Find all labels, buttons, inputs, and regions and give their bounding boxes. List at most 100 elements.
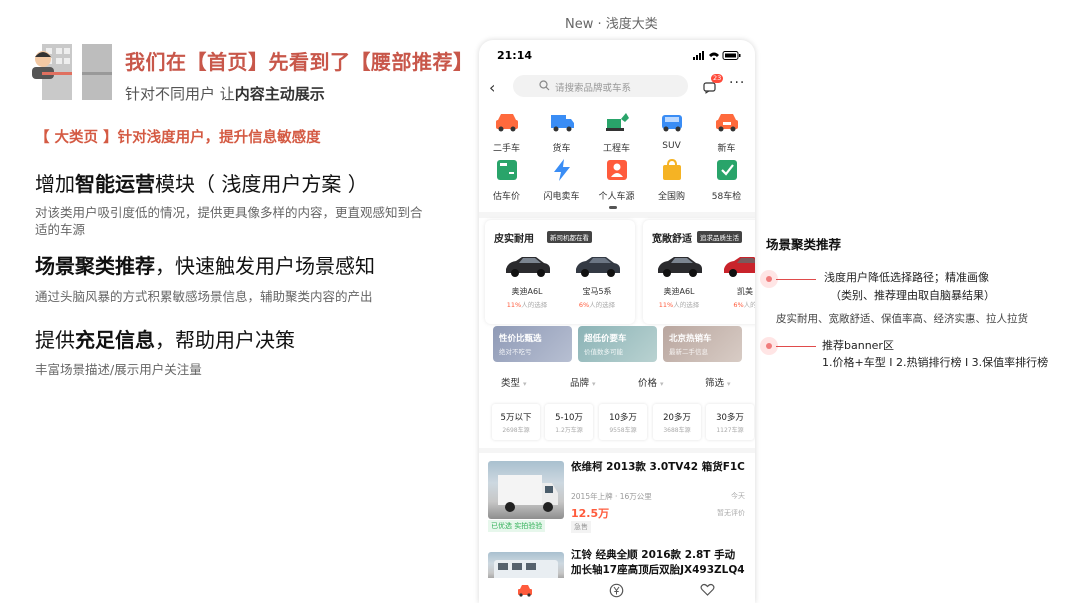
divider — [479, 212, 755, 218]
urgent-tag: 急售 — [571, 521, 591, 533]
point-desc-1: 对该类用户吸引度低的情况，提供更具像多样的内容，更直观感知到合适的车源 — [35, 205, 423, 237]
search-input[interactable]: 请搜索品牌或车系 — [513, 75, 688, 97]
banner-low-price[interactable]: 超低价要车 价值数多可能 — [578, 326, 657, 362]
category-title: 【 大类页 】针对浅度用户，提升信息敏感度 — [35, 130, 321, 146]
scene-tag: 追求品质生活 — [697, 231, 742, 243]
category-valuation[interactable]: 估车价 — [479, 158, 534, 202]
annotation-scene-detail: 皮实耐用、宽敞舒适、保值率高、经济实惠、拉人拉货 — [776, 313, 1028, 325]
price-chip[interactable]: 30多万 1127车源 — [706, 404, 754, 440]
status-bar: 21:14 — [479, 40, 755, 70]
chevron-down-icon: ▾ — [727, 380, 731, 388]
car-icon — [495, 114, 518, 132]
listing-title: 依维柯 2013款 3.0TV42 箱货F1C — [571, 461, 745, 473]
price-chip[interactable]: 10多万 9558车源 — [599, 404, 647, 440]
excavator-icon — [605, 113, 629, 131]
annotation-connector — [776, 346, 816, 347]
annotation-banner-line2: 1.价格+车型 I 2.热销排行榜 I 3.保值率排行榜 — [822, 356, 1049, 369]
subline: 针对不同用户 让内容主动展示 — [125, 83, 325, 104]
chevron-down-icon: ▾ — [592, 380, 596, 388]
message-button[interactable]: 23 — [703, 74, 724, 98]
status-time: 21:14 — [497, 49, 533, 62]
car-photo — [576, 257, 620, 277]
scene-title: 宽敞舒适 — [652, 234, 692, 245]
car-photo — [658, 257, 702, 277]
chevron-down-icon: ▾ — [660, 380, 664, 388]
verified-tag: 已优选 实拍验验 — [488, 520, 546, 532]
tab-bar — [479, 578, 755, 603]
car-photo — [724, 257, 755, 277]
vehicle-photo — [488, 461, 564, 519]
category-truck[interactable]: 货车 — [534, 110, 589, 154]
shopping-bag-icon — [662, 158, 681, 180]
scene-car[interactable]: 奥迪A6L 11%人的选择 — [649, 254, 709, 309]
banner-value-pick[interactable]: 性价比甄选 绝对不吃亏 — [493, 326, 572, 362]
more-icon[interactable]: ··· — [729, 75, 745, 91]
chevron-down-icon: ▾ — [523, 380, 527, 388]
category-personal-source[interactable]: 个人车源 — [589, 158, 644, 202]
filter-type[interactable]: 类型 ▾ — [501, 375, 527, 389]
scene-card-spacious[interactable]: 宽敞舒适 追求品质生活 奥迪A6L 11%人的选择 凯美 6%人的 — [643, 220, 755, 324]
new-car-icon — [715, 114, 738, 132]
annotation-connector — [776, 279, 816, 280]
scene-tag: 新司机都在看 — [547, 231, 592, 243]
filter-price[interactable]: 价格 ▾ — [638, 375, 664, 389]
listing-date: 今天 — [731, 492, 745, 500]
yen-icon[interactable] — [609, 583, 624, 598]
back-icon[interactable]: ‹ — [489, 78, 495, 97]
point-desc-3: 丰富场景描述/展示用户关注量 — [35, 362, 202, 377]
search-row: ‹ 请搜索品牌或车系 23 ··· — [479, 72, 755, 102]
point-desc-2: 通过头脑风暴的方式积累敏感场景信息，辅助聚类内容的产出 — [35, 289, 373, 304]
user-illustration — [32, 44, 112, 100]
listing-price: 12.5万 — [571, 507, 610, 520]
annotation-title: 场景聚类推荐 — [766, 237, 842, 252]
calculator-icon — [496, 160, 517, 180]
subline-text: 针对不同用户 让 — [125, 85, 235, 103]
annotation-scene-line2: （类别、推荐理由取自脑暴结果） — [830, 289, 995, 302]
search-icon — [539, 80, 550, 91]
suv-icon — [661, 115, 682, 132]
filter-more[interactable]: 筛选 ▾ — [705, 375, 731, 389]
search-placeholder: 请搜索品牌或车系 — [555, 83, 632, 94]
subline-emphasis: 内容主动展示 — [234, 85, 325, 103]
message-icon — [703, 82, 716, 94]
phone-caption: New · 浅度大类 — [565, 17, 658, 32]
category-engineering[interactable]: 工程车 — [589, 110, 644, 154]
listing-rating: 暂无评价 — [717, 509, 745, 517]
point-heading-3: 提供充足信息，帮助用户决策 — [35, 328, 295, 352]
car-photo — [506, 257, 550, 277]
scene-title: 皮实耐用 — [494, 234, 534, 245]
message-badge: 23 — [711, 74, 724, 83]
point-heading-2: 场景聚类推荐，快速触发用户场景感知 — [35, 254, 375, 278]
annotation-banner-line1: 推荐banner区 — [822, 339, 894, 352]
category-used-car[interactable]: 二手车 — [479, 110, 534, 154]
category-new-car[interactable]: 新车 — [699, 110, 754, 154]
category-nationwide[interactable]: 全国购 — [644, 158, 699, 202]
heart-icon[interactable] — [700, 583, 715, 597]
signal-wifi-battery-icon — [693, 51, 741, 60]
page-indicator — [609, 206, 617, 209]
price-chip[interactable]: 5万以下 2698车源 — [492, 404, 540, 440]
phone-mockup: 21:14 ‹ 请搜索品牌或车系 23 ··· 二手车 货车 工程车 SUV 新… — [479, 40, 755, 603]
category-inspection[interactable]: 58车检 — [699, 158, 754, 202]
price-chip[interactable]: 5-10万 1.2万车源 — [545, 404, 593, 440]
listing-meta: 2015年上牌 · 16万公里 — [571, 492, 652, 501]
annotation-scene-line1: 浅度用户降低选择路径；精准画像 — [824, 271, 989, 284]
inspection-icon — [716, 160, 737, 180]
scene-car[interactable]: 宝马5系 6%人的选择 — [567, 254, 627, 309]
headline: 我们在【首页】先看到了【腰部推荐】 — [125, 50, 474, 74]
point-heading-1: 增加智能运营模块（ 浅度用户方案 ） — [35, 172, 368, 196]
car-home-icon[interactable] — [517, 583, 533, 597]
banner-beijing-hot[interactable]: 北京热销车 最新二手信息 — [663, 326, 742, 362]
price-chip[interactable]: 20多万 3688车源 — [653, 404, 701, 440]
scene-car[interactable]: 奥迪A6L 11%人的选择 — [497, 254, 557, 309]
divider — [479, 448, 755, 453]
filter-brand[interactable]: 品牌 ▾ — [570, 375, 596, 389]
scene-car[interactable]: 凯美 6%人的 — [715, 254, 755, 309]
category-flash-sell[interactable]: 闪电卖车 — [534, 158, 589, 202]
person-icon — [606, 160, 627, 180]
category-suv[interactable]: SUV — [644, 110, 699, 151]
scene-card-durable[interactable]: 皮实耐用 新司机都在看 奥迪A6L 11%人的选择 宝马5系 6%人的选择 — [485, 220, 635, 324]
truck-icon — [550, 115, 574, 132]
lightning-icon — [553, 159, 570, 181]
listing-title: 江铃 经典全顺 2016款 2.8T 手动 加长轴17座高顶后双胎JX493ZL… — [571, 549, 745, 576]
